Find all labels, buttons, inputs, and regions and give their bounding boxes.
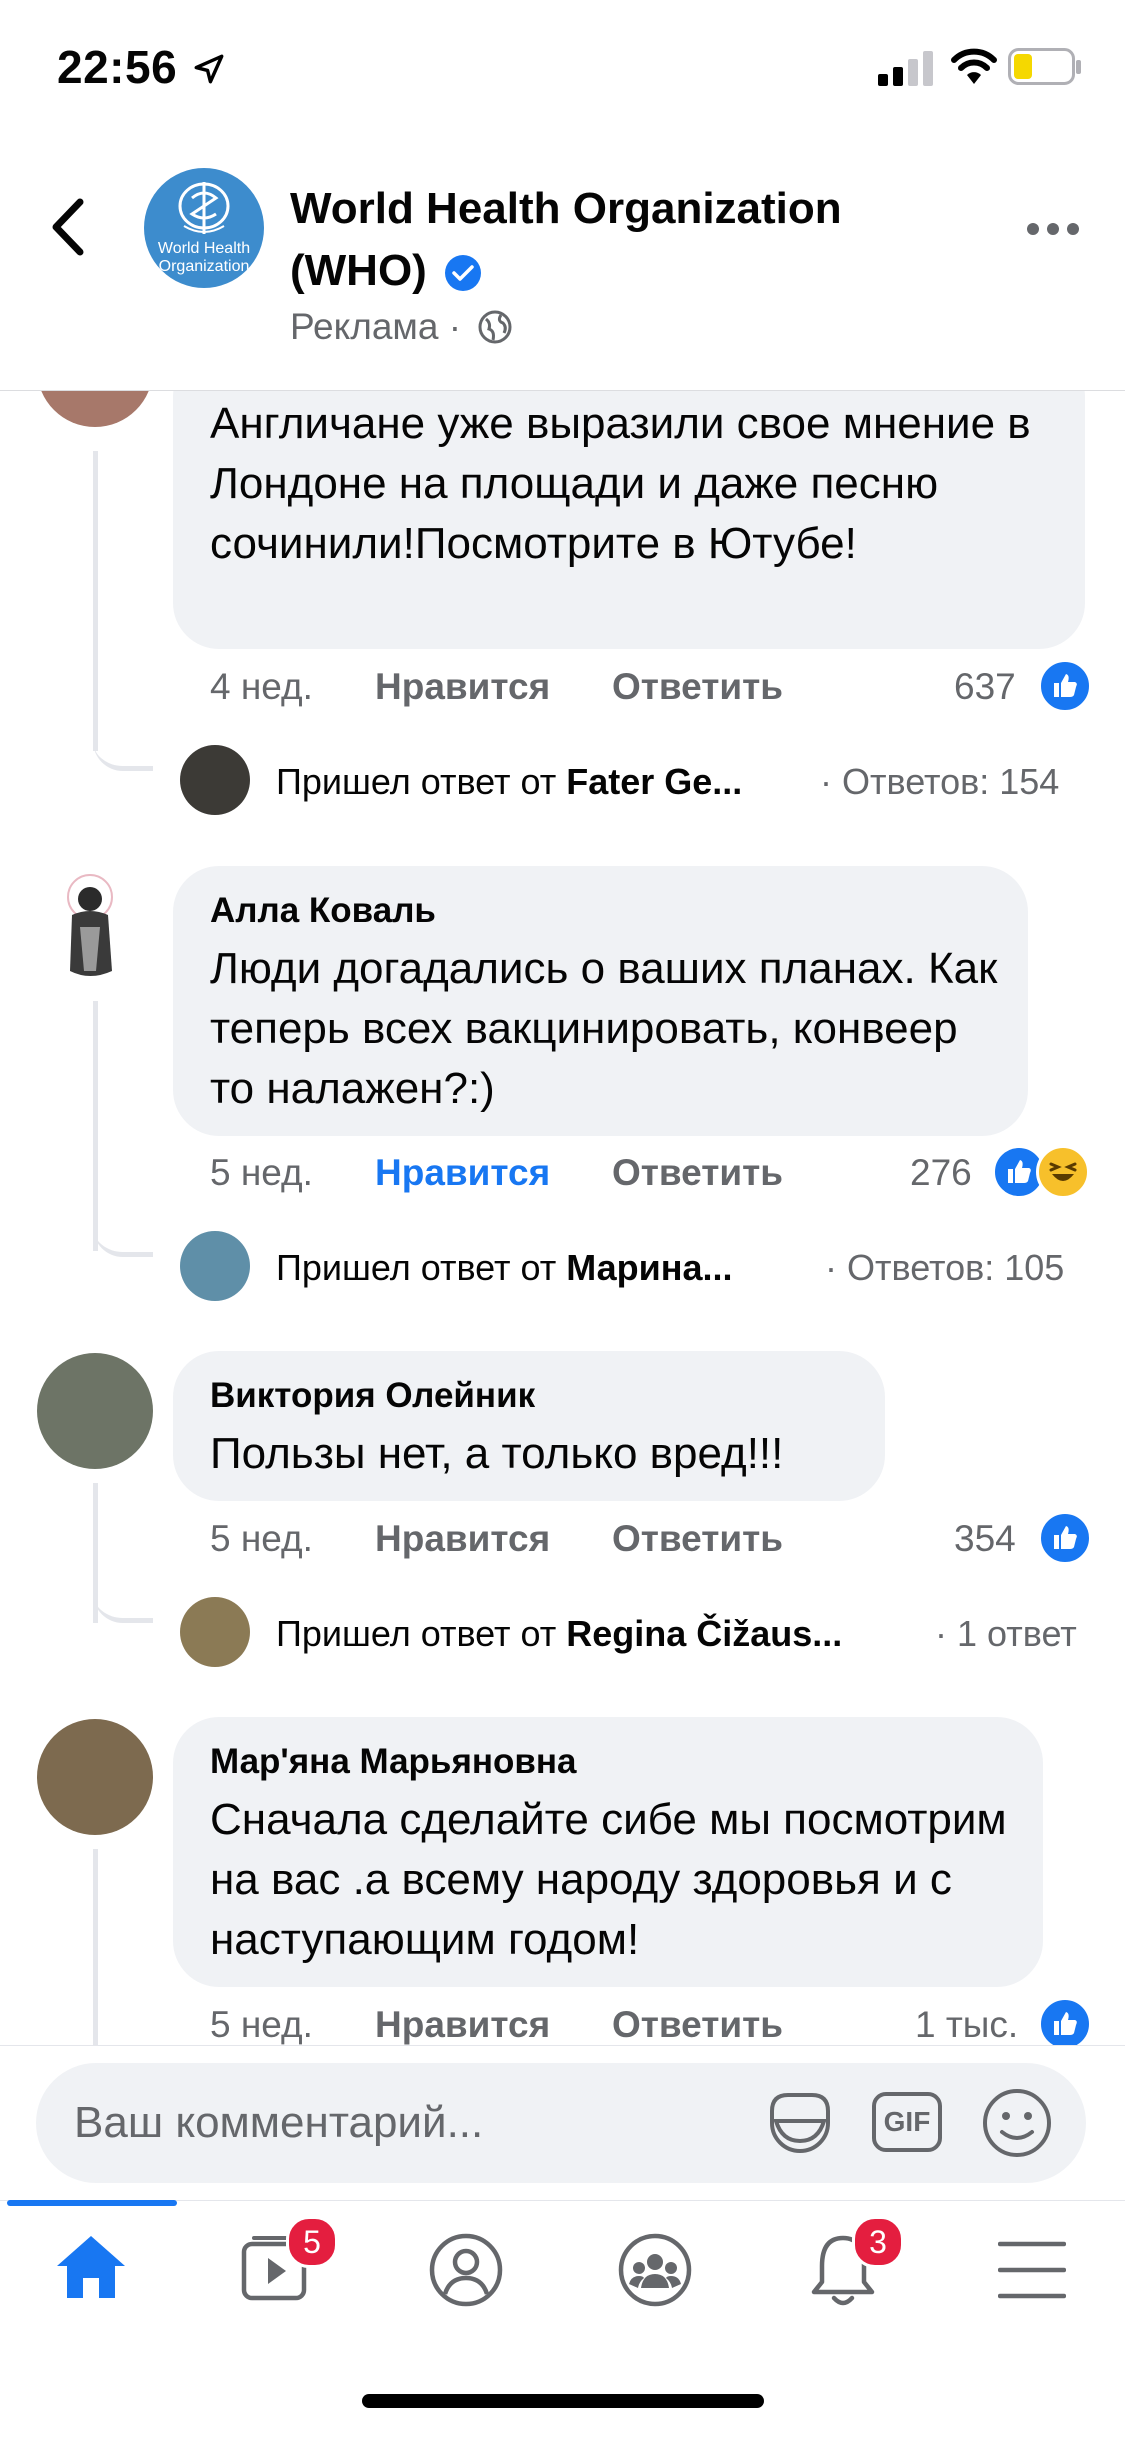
comment-text: Англичане уже выразили свое мнение в Лон… (210, 399, 1031, 568)
battery-icon (1008, 48, 1081, 85)
thread-reply-connector (93, 1573, 153, 1623)
groups-icon[interactable] (617, 2232, 693, 2308)
comment-time: 4 нед. (210, 666, 313, 707)
thread-line (93, 1849, 98, 2045)
reply-button[interactable]: Ответить (612, 2004, 783, 2045)
wifi-icon (951, 48, 997, 84)
reply-author: Fater Ge... (566, 761, 743, 802)
notifications-badge: 3 (852, 2216, 904, 2268)
like-button[interactable]: Нравится (375, 666, 550, 708)
reply-button[interactable]: Ответить (612, 1152, 783, 1194)
verified-badge-icon (445, 255, 482, 292)
back-chevron-icon[interactable] (48, 196, 88, 258)
home-indicator (362, 2394, 764, 2408)
comment-time: 5 нед. (210, 1152, 313, 1193)
comment-author[interactable]: Виктория Олейник (210, 1376, 535, 1416)
commenter-avatar[interactable] (37, 391, 153, 427)
reply-count[interactable]: · Ответов: 105 (825, 1247, 1064, 1289)
reply-count[interactable]: · 1 ответ (935, 1613, 1077, 1655)
profile-icon[interactable] (428, 2232, 504, 2308)
sponsored-text: Реклама · (290, 306, 462, 347)
commenter-avatar[interactable] (37, 1353, 153, 1469)
comment-text: Сначала сделайте сибе мы посмотрим на ва… (210, 1795, 1007, 1964)
cellular-signal-icon (878, 51, 933, 86)
globe-icon (478, 310, 512, 344)
comment-author[interactable]: Мар'яна Марьяновна (210, 1742, 577, 1782)
comments-list: Англичане уже выразили свое мнение в Лон… (0, 391, 1125, 2045)
emoji-icon[interactable] (980, 2086, 1054, 2160)
thread-reply-connector (93, 1207, 153, 1257)
gif-label: GIF (883, 2106, 931, 2137)
reply-prefix: Пришел ответ от (276, 761, 557, 802)
video-notification-badge: 5 (286, 2216, 338, 2268)
menu-hamburger-icon[interactable] (998, 2240, 1066, 2300)
comment-time: 5 нед. (210, 1518, 313, 1559)
more-options-icon[interactable] (1026, 222, 1080, 236)
thread-line (93, 451, 98, 751)
status-bar: 22:56 (0, 0, 1125, 140)
reply-prefix: Пришел ответ от (276, 1247, 557, 1288)
reply-count[interactable]: · Ответов: 154 (820, 761, 1059, 803)
reaction-count[interactable]: 1 тыс. (915, 2004, 1018, 2045)
reply-author-avatar[interactable] (180, 745, 250, 815)
like-button[interactable]: Нравится (375, 2004, 550, 2045)
reply-button[interactable]: Ответить (612, 1518, 783, 1560)
reply-button[interactable]: Ответить (612, 666, 783, 708)
comment-text: Пользы нет, а только вред!!! (210, 1429, 784, 1478)
page-name[interactable]: World Health Organization (WHO) (290, 184, 842, 295)
gif-button[interactable]: GIF (872, 2092, 942, 2152)
reply-author-avatar[interactable] (180, 1597, 250, 1667)
who-logo-text: World Health Organization (157, 240, 251, 275)
reaction-count[interactable]: 354 (954, 1518, 1016, 1560)
reaction-count[interactable]: 276 (910, 1152, 972, 1194)
statue-avatar-image (67, 874, 113, 976)
like-button[interactable]: Нравится (375, 1518, 550, 1560)
comment-author[interactable]: Алла Коваль (210, 891, 436, 931)
active-tab-indicator (7, 2200, 177, 2206)
comment-text: Люди догадались о ваших планах. Как тепе… (210, 944, 998, 1113)
reply-author-avatar[interactable] (180, 1231, 250, 1301)
sponsored-label: Реклама · (290, 306, 513, 348)
who-emblem-icon (178, 182, 230, 234)
reply-author: Марина... (566, 1247, 733, 1288)
status-time: 22:56 (57, 41, 178, 93)
comment-time: 5 нед. (210, 2004, 313, 2045)
like-reaction-icon (1038, 1997, 1092, 2045)
home-icon[interactable] (55, 2232, 127, 2302)
reply-preview[interactable]: Пришел ответ от Regina Čižaus... (276, 1613, 842, 1655)
like-reaction-icon (1038, 1511, 1092, 1565)
commenter-avatar[interactable] (37, 1719, 153, 1835)
reaction-count[interactable]: 637 (954, 666, 1016, 708)
reply-author: Regina Čižaus... (566, 1613, 843, 1654)
comment-placeholder[interactable]: Ваш комментарий... (74, 2098, 483, 2148)
like-reaction-icon (1038, 659, 1092, 713)
commenter-avatar[interactable] (40, 871, 140, 987)
like-button-active[interactable]: Нравится (375, 1152, 550, 1194)
location-arrow-icon (194, 54, 224, 84)
haha-reaction-icon (1036, 1145, 1090, 1199)
page-title[interactable]: World Health Organization (WHO) (290, 178, 930, 302)
thread-reply-connector (93, 721, 153, 771)
reply-preview[interactable]: Пришел ответ от Fater Ge... (276, 761, 742, 803)
sticker-icon[interactable] (762, 2085, 838, 2161)
reply-preview[interactable]: Пришел ответ от Марина... (276, 1247, 733, 1289)
who-logo-avatar[interactable]: World Health Organization (144, 168, 264, 288)
reply-prefix: Пришел ответ от (276, 1613, 557, 1654)
